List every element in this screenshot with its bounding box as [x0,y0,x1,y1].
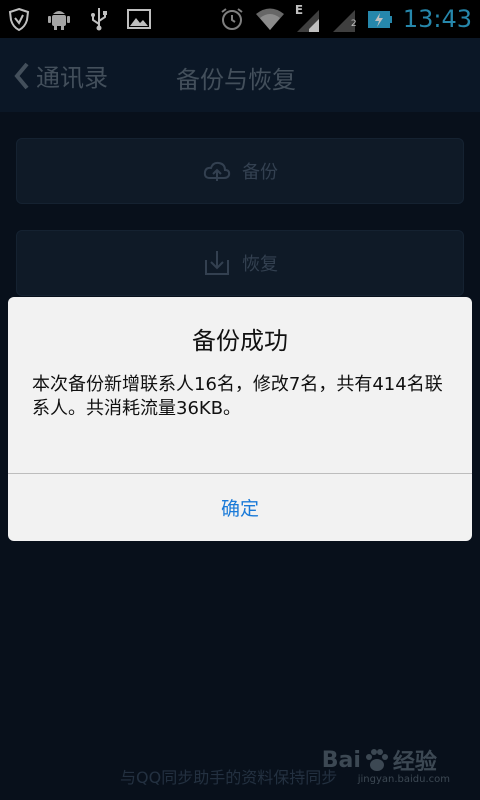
ok-button[interactable]: 确定 [8,474,472,541]
backup-success-dialog: 备份成功 本次备份新增联系人16名，修改7名，共有414名联系人。共消耗流量36… [8,297,472,541]
dialog-message: 本次备份新增联系人16名，修改7名，共有414名联系人。共消耗流量36KB。 [32,374,443,419]
dialog-title: 备份成功 [192,327,288,355]
